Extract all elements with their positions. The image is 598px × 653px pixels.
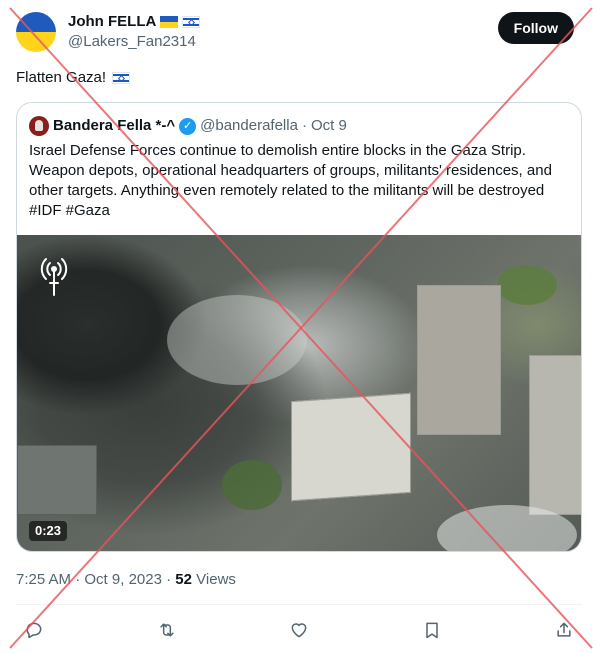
- views-label: Views: [196, 571, 236, 588]
- bookmark-icon: [425, 622, 438, 639]
- video-building: [417, 285, 501, 435]
- quoted-tweet[interactable]: Bandera Fella *-^ ✓ @banderafella · Oct …: [16, 102, 582, 552]
- quote-handle[interactable]: @banderafella: [200, 116, 298, 136]
- video-building: [529, 355, 581, 515]
- retweet-icon: [159, 623, 174, 637]
- broadcast-watermark-icon: [40, 258, 68, 296]
- tweet-header: John FELLA @Lakers_Fan2314 Follow: [16, 12, 574, 52]
- reply-button[interactable]: [22, 618, 46, 642]
- video-building: [17, 445, 97, 515]
- follow-button[interactable]: Follow: [497, 12, 574, 44]
- separator-dot: ·: [166, 571, 172, 588]
- separator-dot: ·: [301, 117, 307, 134]
- video-tree: [497, 265, 557, 305]
- display-name[interactable]: John FELLA: [68, 12, 156, 32]
- avatar[interactable]: [16, 12, 56, 52]
- tweet-time[interactable]: 7:25 AM: [16, 571, 71, 588]
- share-button[interactable]: [552, 618, 576, 642]
- views-count: 52: [175, 571, 192, 588]
- tweet-meta: 7:25 AM · Oct 9, 2023 · 52 Views: [16, 570, 236, 590]
- tweet-date[interactable]: Oct 9, 2023: [84, 571, 162, 588]
- retweet-button[interactable]: [155, 618, 179, 642]
- heart-icon: [291, 623, 307, 638]
- separator-dot: ·: [75, 571, 81, 588]
- author-info: John FELLA @Lakers_Fan2314: [68, 12, 201, 52]
- reply-icon: [26, 622, 42, 639]
- quote-date[interactable]: Oct 9: [311, 116, 347, 136]
- quote-header: Bandera Fella *-^ ✓ @banderafella · Oct …: [29, 116, 347, 136]
- tweet-text: Flatten Gaza!: [16, 68, 131, 88]
- divider: [16, 604, 582, 605]
- verified-badge-icon: ✓: [179, 117, 197, 135]
- quote-avatar[interactable]: [29, 116, 49, 136]
- handle[interactable]: @Lakers_Fan2314: [68, 32, 200, 52]
- video-tree: [222, 460, 282, 510]
- quote-text: Israel Defense Forces continue to demoli…: [29, 142, 552, 219]
- video-building: [291, 392, 411, 502]
- ukraine-flag-icon: [160, 16, 179, 28]
- israel-flag-icon: [182, 16, 201, 28]
- like-button[interactable]: [287, 618, 311, 642]
- quote-display-name[interactable]: Bandera Fella *-^: [53, 116, 175, 136]
- video-duration: 0:23: [29, 521, 68, 541]
- share-icon: [557, 622, 571, 637]
- bookmark-button[interactable]: [420, 618, 444, 642]
- video-player[interactable]: 0:23: [17, 235, 581, 551]
- video-smoke: [167, 295, 307, 385]
- israel-flag-icon: [112, 72, 131, 84]
- action-bar: [22, 618, 576, 642]
- tweet-text-content: Flatten Gaza!: [16, 69, 107, 86]
